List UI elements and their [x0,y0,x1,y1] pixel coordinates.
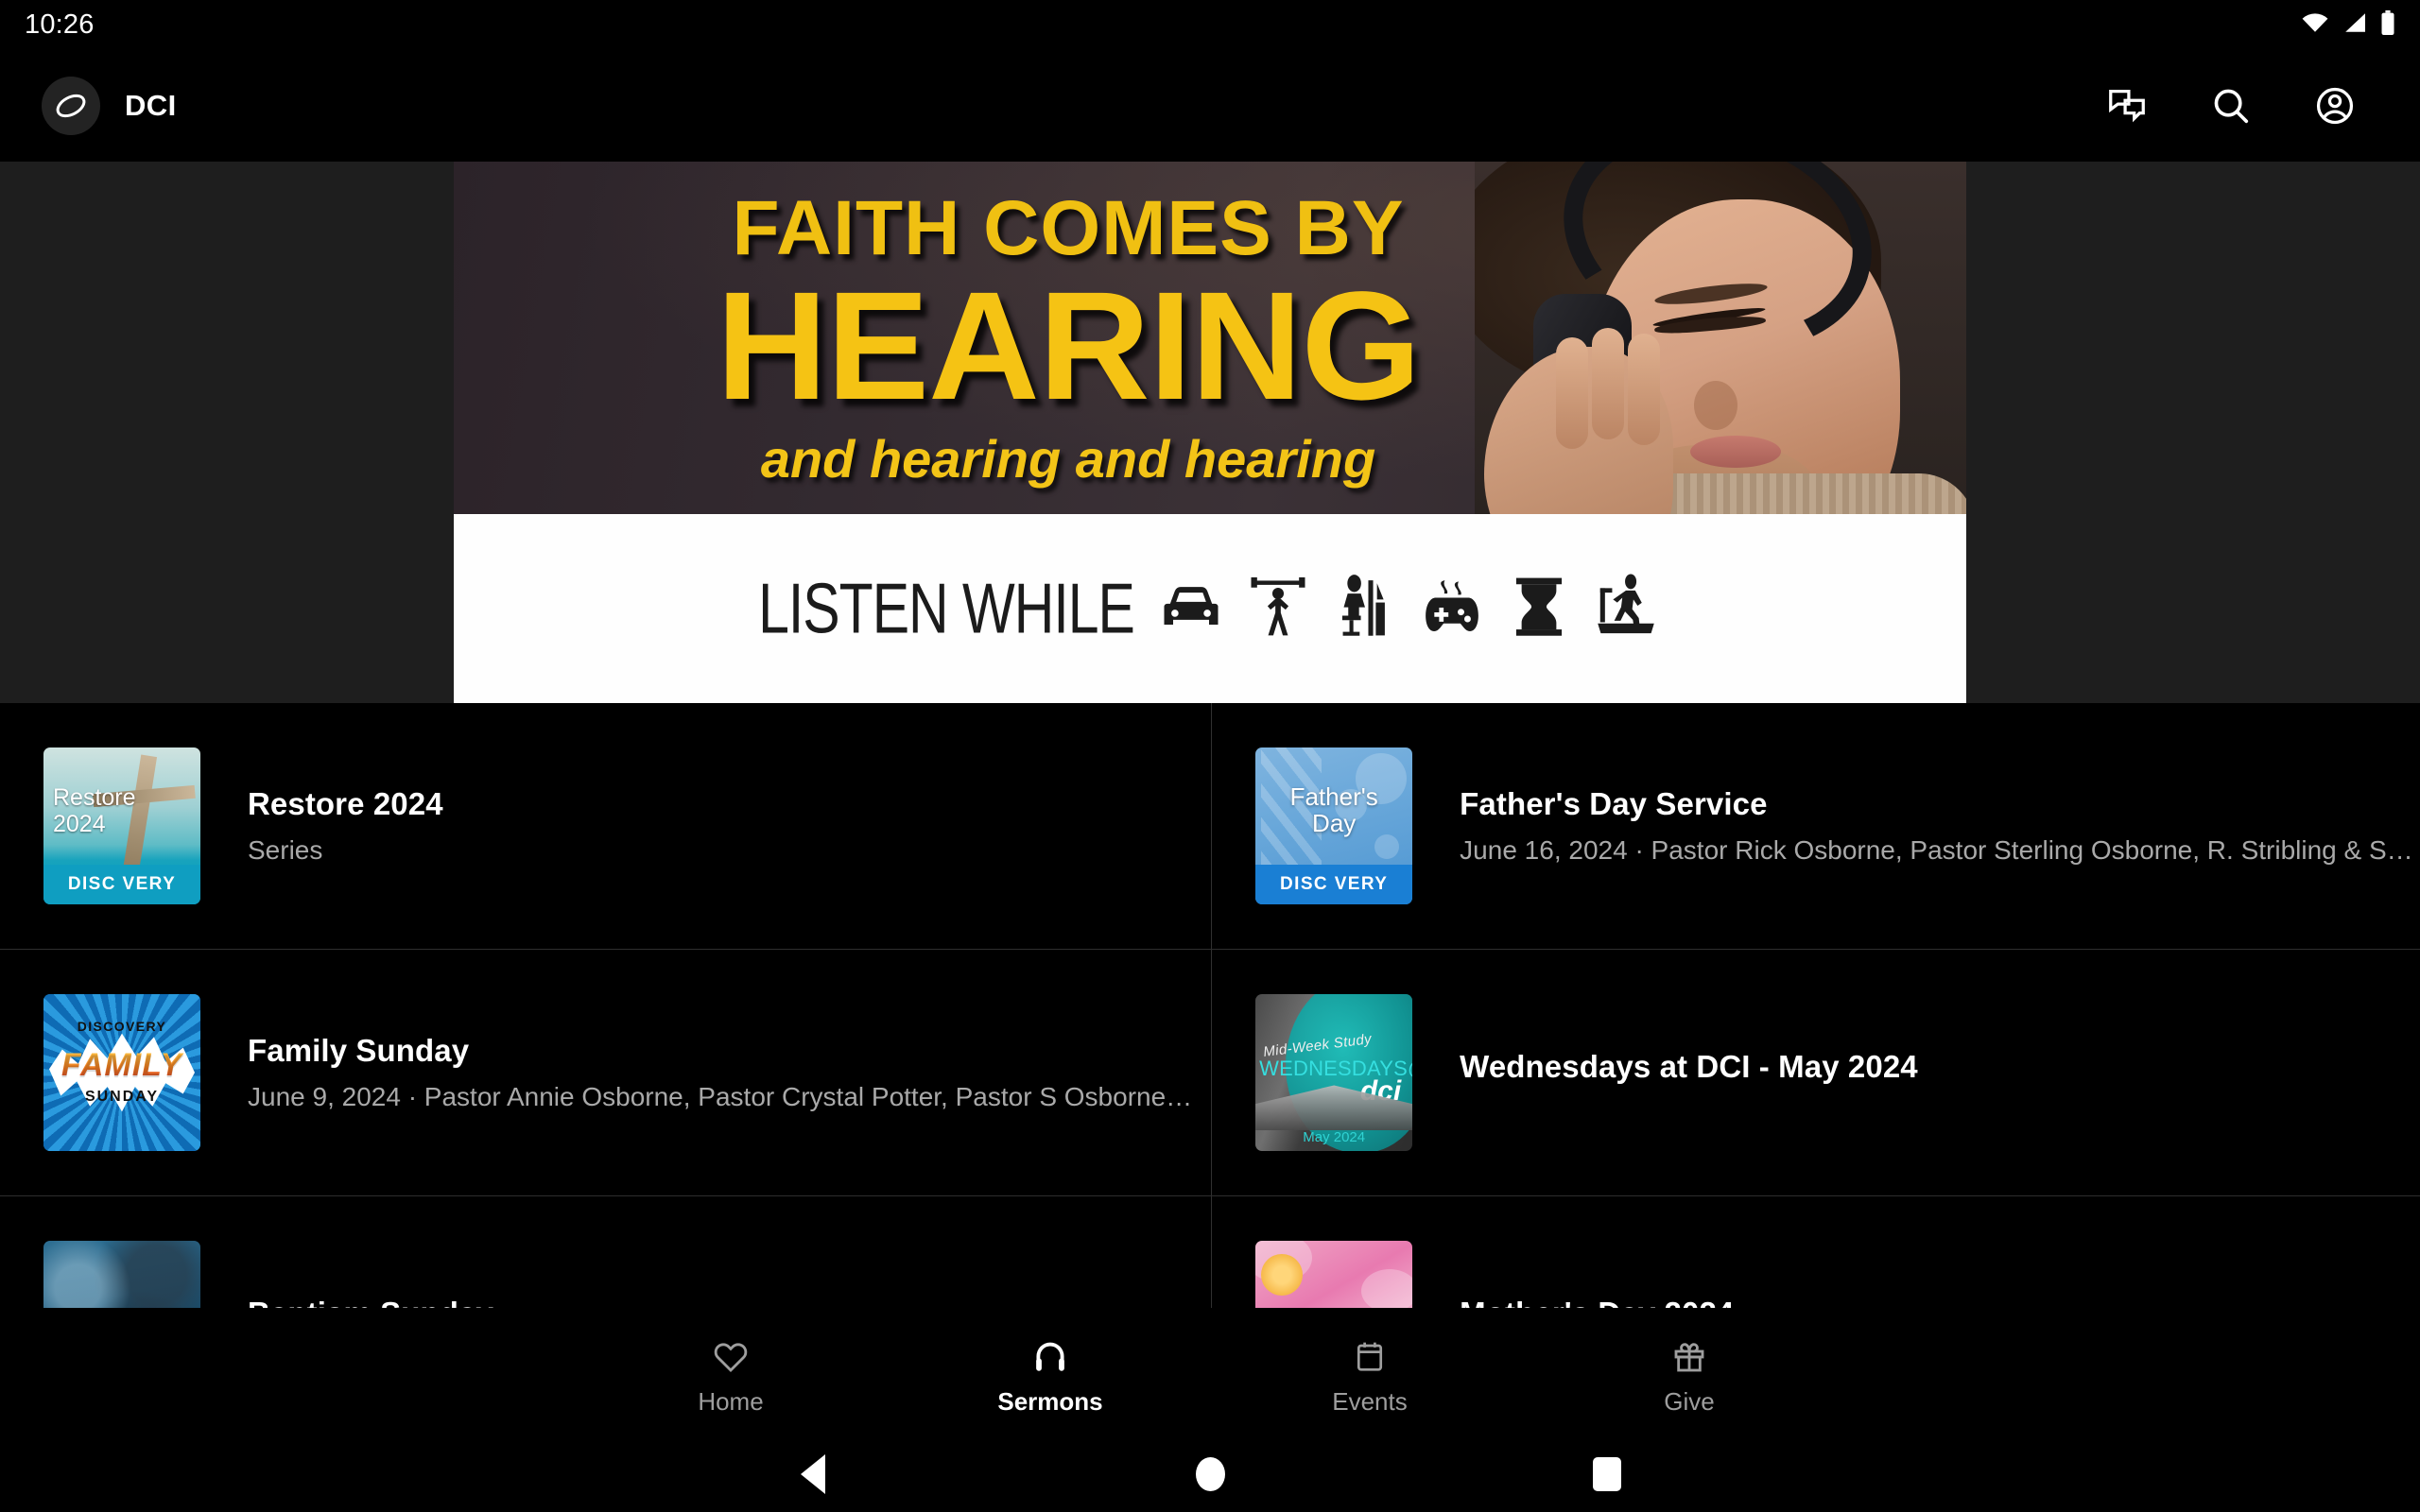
thumb-label-top: Restore [53,784,136,811]
list-item-text: Restore 2024 Series [248,785,1192,867]
thumb-label-bottom: 2024 [53,810,106,837]
status-icons [2301,9,2395,40]
list-item-title: Baptism Sunday [248,1295,1192,1308]
status-time: 10:26 [25,9,95,40]
thumbnail-fathers-day: Father's Day DISC VERY [1255,747,1413,904]
list-item[interactable]: Mid-Week Study WEDNESDAYS@ dci May 2024 … [1212,950,2420,1195]
list-item[interactable]: I DECIDED I HAVE DECIDED Baptism Sunday [0,1196,1213,1308]
chat-icon[interactable] [2102,81,2152,130]
hero-banner-area: FAITH COMES BY HEARING and hearing and h… [0,162,2420,703]
recents-button[interactable] [1409,1457,1806,1491]
heart-icon [712,1335,750,1379]
battery-icon [2380,9,2395,40]
brand[interactable]: DCI [42,76,177,135]
list-item-text: Wednesdays at DCI - May 2024 [1460,1048,2412,1097]
list-item-text: Father's Day Service June 16, 2024 · Pas… [1460,785,2412,867]
nav-item-home[interactable]: Home [571,1335,890,1417]
list-item-subtitle: Series [248,835,323,866]
status-bar: 10:26 [0,0,2420,49]
nav-item-events[interactable]: Events [1210,1335,1530,1417]
thumbnail-mothers-day: Mother's Day [1255,1241,1413,1308]
list-item[interactable]: Restore 2024 DISC VERY Restore 2024 Seri… [0,703,1213,949]
list-item-title: Mother's Day 2024 [1460,1295,2412,1308]
hero-title-block: FAITH COMES BY HEARING and hearing and h… [454,162,1966,514]
account-icon[interactable] [2310,81,2360,130]
list-item-text: Baptism Sunday [248,1295,1192,1308]
thumb-brand-band: DISCOVERY [77,1019,167,1034]
hourglass-icon [1503,571,1575,647]
hero-line-2: HEARING [716,259,1422,433]
thumb-label-bottom: Day [1312,809,1357,838]
game-controller-icon [1416,571,1488,647]
cellular-signal-icon [2342,12,2367,38]
app-root: 10:26 DCI FAITH COMES BY HEARING and hea… [0,0,2420,1512]
app-title: DCI [125,88,177,122]
hero-line-3: and hearing and hearing [760,428,1376,489]
wifi-icon [2301,12,2329,38]
listen-while-strip: LISTEN WHILE [454,514,1966,703]
sermons-list[interactable]: Restore 2024 DISC VERY Restore 2024 Seri… [0,703,2420,1308]
car-icon [1155,571,1227,647]
thumb-brand-band: DISC VERY [43,865,200,904]
search-icon[interactable] [2206,81,2256,130]
thumbnail-wednesdays-at-dci: Mid-Week Study WEDNESDAYS@ dci May 2024 [1255,994,1413,1151]
dci-ellipse-logo-icon [42,76,100,135]
listen-while-icons [1155,571,1662,647]
list-item[interactable]: Father's Day DISC VERY Father's Day Serv… [1212,703,2420,949]
list-item-title: Restore 2024 [248,786,443,822]
nav-label: Events [1332,1387,1408,1416]
hero-line-1: FAITH COMES BY [732,185,1405,272]
list-item-title: Wednesdays at DCI - May 2024 [1460,1049,1918,1085]
weightlifting-icon [1242,571,1314,647]
nav-item-give[interactable]: Give [1530,1335,1849,1417]
thumbnail-family-sunday: DISCOVERY FAMILY SUNDAY [43,994,200,1151]
listen-while-label: LISTEN WHILE [758,568,1135,649]
app-bar: DCI [0,49,2420,162]
thumb-label-top: Father's [1289,782,1378,811]
gift-icon [1670,1335,1708,1379]
nav-item-sermons[interactable]: Sermons [890,1335,1210,1417]
treadmill-icon [1590,571,1662,647]
sermons-grid: Restore 2024 DISC VERY Restore 2024 Seri… [0,703,2420,1308]
desk-work-icon [1329,571,1401,647]
thumbnail-restore-2024: Restore 2024 DISC VERY [43,747,200,904]
thumb-brand-band: DISC VERY [1255,865,1413,904]
circle-home-icon [1195,1457,1225,1491]
app-bar-actions [2102,81,2394,130]
triangle-back-icon [801,1454,825,1494]
nav-label: Home [698,1387,764,1416]
system-navigation-bar [0,1436,2420,1512]
headphones-icon [1030,1335,1070,1379]
list-item-text: Family Sunday June 9, 2024 · Pastor Anni… [248,1032,1192,1113]
thumbnail-baptism-sunday: I DECIDED I HAVE DECIDED [43,1241,200,1308]
home-button[interactable] [1011,1457,1409,1491]
nav-label: Sermons [997,1387,1103,1416]
list-item-subtitle: June 9, 2024 · Pastor Annie Osborne, Pas… [248,1082,1193,1112]
bottom-navigation: Home Sermons Events Give [0,1315,2420,1436]
hero-banner[interactable]: FAITH COMES BY HEARING and hearing and h… [454,162,1966,703]
list-item-title: Father's Day Service [1460,786,1768,822]
list-item[interactable]: DISCOVERY FAMILY SUNDAY Family Sunday Ju… [0,950,1213,1195]
nav-label: Give [1664,1387,1715,1416]
list-item[interactable]: Mother's Day Mother's Day 2024 [1212,1196,2420,1308]
thumb-label-bottom: May 2024 [1303,1129,1366,1145]
back-button[interactable] [614,1454,1011,1494]
thumb-label-top: FAMILY [43,1047,200,1084]
thumb-label-bottom: SUNDAY [84,1089,160,1105]
list-item-text: Mother's Day 2024 [1460,1295,2412,1308]
list-item-subtitle: June 16, 2024 · Pastor Rick Osborne, Pas… [1460,835,2413,866]
calendar-icon [1352,1335,1388,1379]
list-item-title: Family Sunday [248,1033,470,1069]
square-recents-icon [1593,1457,1621,1491]
